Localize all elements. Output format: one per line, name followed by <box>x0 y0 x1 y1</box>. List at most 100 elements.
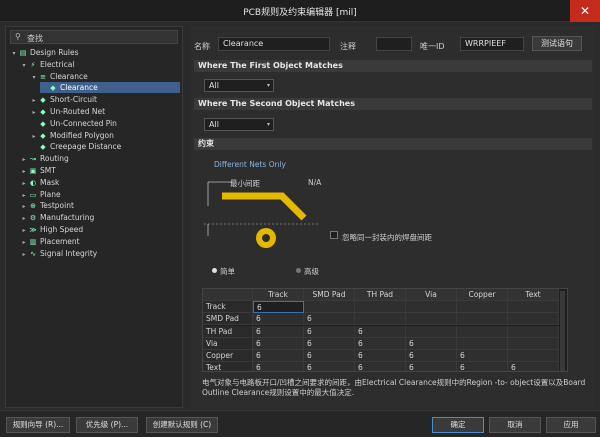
chevron-down-icon[interactable]: ▾ <box>10 48 18 59</box>
matrix-cell[interactable]: 6 <box>253 350 304 362</box>
matrix-cell[interactable] <box>508 350 559 362</box>
chevron-right-icon[interactable]: ▸ <box>20 178 28 189</box>
matrix-cell[interactable]: 6 <box>457 350 508 362</box>
tree-item[interactable]: ▸ ⚙ Manufacturing <box>20 212 180 223</box>
tree-item[interactable]: ▸ ◐ Mask <box>20 177 180 188</box>
rule-wizard-button[interactable]: 规则向导 (R)... <box>6 417 70 433</box>
matrix-cell[interactable]: 6 <box>304 325 355 338</box>
apply-button[interactable]: 应用 <box>546 417 596 433</box>
matrix-cell[interactable] <box>406 313 457 326</box>
close-button[interactable]: ✕ <box>570 0 600 22</box>
chevron-right-icon[interactable]: ▸ <box>30 131 38 142</box>
chevron-right-icon[interactable]: ▸ <box>30 107 38 118</box>
matrix-cell[interactable] <box>508 313 559 326</box>
matrix-cell[interactable]: 6 <box>406 362 457 371</box>
rule-icon: ◆ <box>40 119 46 128</box>
matrix-cell[interactable]: 6 <box>253 337 304 350</box>
matrix-cell[interactable]: 6 <box>406 337 457 350</box>
testpoint-icon: ⊕ <box>30 202 36 211</box>
ok-button[interactable]: 确定 <box>432 417 484 433</box>
simple-mode-radio[interactable] <box>212 268 217 273</box>
chevron-right-icon[interactable]: ▸ <box>20 249 28 260</box>
advanced-mode-radio[interactable] <box>296 268 301 273</box>
chevron-right-icon[interactable]: ▸ <box>20 225 28 236</box>
tree-item[interactable]: ▸ ▣ SMT <box>20 165 180 176</box>
matrix-cell[interactable] <box>304 301 355 314</box>
rule-icon: ◆ <box>40 131 46 140</box>
create-default-rules-button[interactable]: 创建默认规则 (C) <box>146 417 218 433</box>
priority-button[interactable]: 优先级 (P)... <box>76 417 138 433</box>
tree-item[interactable]: ▸ ∿ Signal Integrity <box>20 248 180 259</box>
tree-item[interactable]: ▸ ⊕ Testpoint <box>20 200 180 211</box>
tree-item-label: Short-Circuit <box>50 95 97 105</box>
search-input[interactable]: ⚲ 查找 <box>10 30 178 44</box>
search-placeholder: 查找 <box>27 34 43 43</box>
matrix-cell[interactable]: 6 <box>355 337 406 350</box>
tree-item[interactable]: ▸ ▥ Placement <box>20 236 180 247</box>
matrix-scrollbar[interactable] <box>560 291 565 371</box>
matrix-cell[interactable] <box>457 337 508 350</box>
tree-item-label: Plane <box>40 189 61 199</box>
chevron-right-icon[interactable]: ▸ <box>30 95 38 106</box>
tree-item-label: Creepage Distance <box>50 142 122 152</box>
unique-id-field[interactable]: WRRPIEEF <box>460 37 524 51</box>
tree-item[interactable]: ◆ Creepage Distance <box>30 141 180 152</box>
search-icon: ⚲ <box>15 32 21 41</box>
matrix-cell[interactable]: 6 <box>304 337 355 350</box>
tree-item[interactable]: ▾ ≡ Clearance <box>30 71 180 82</box>
comment-field[interactable] <box>376 37 412 51</box>
chevron-right-icon[interactable]: ▸ <box>20 154 28 165</box>
matrix-cell[interactable]: 6 <box>253 325 304 338</box>
tree-item[interactable]: ▾ ⚡ Electrical <box>20 59 180 70</box>
matrix-cell[interactable] <box>406 301 457 314</box>
clearance-diagram <box>204 181 320 248</box>
tree-item-label: Un-Connected Pin <box>50 118 117 128</box>
chevron-down-icon[interactable]: ▾ <box>30 72 38 83</box>
chevron-down-icon[interactable]: ▾ <box>20 60 28 71</box>
second-match-select[interactable]: All ▾ <box>204 118 274 131</box>
matrix-cell[interactable]: 6 <box>355 325 406 338</box>
matrix-cell[interactable]: 6 <box>406 350 457 362</box>
matrix-cell[interactable]: 6 <box>355 362 406 371</box>
matrix-cell[interactable]: 6 <box>355 350 406 362</box>
chevron-down-icon: ▾ <box>266 82 270 89</box>
chevron-right-icon[interactable]: ▸ <box>20 201 28 212</box>
matrix-cell[interactable] <box>508 325 559 338</box>
tree-item[interactable]: ▾ ▤ Design Rules <box>10 47 180 58</box>
matrix-cell[interactable]: 6 <box>304 362 355 371</box>
chevron-right-icon[interactable]: ▸ <box>20 190 28 201</box>
matrix-cell[interactable] <box>457 301 508 314</box>
matrix-cell[interactable] <box>508 337 559 350</box>
matrix-cell[interactable]: 6 <box>457 362 508 371</box>
chevron-right-icon[interactable]: ▸ <box>20 166 28 177</box>
matrix-cell[interactable]: 6 <box>304 350 355 362</box>
first-match-select[interactable]: All ▾ <box>204 79 274 92</box>
ignore-pad-checkbox[interactable] <box>330 231 338 239</box>
cancel-button[interactable]: 取消 <box>489 417 541 433</box>
tree-item[interactable]: ▸ ◆ Short-Circuit <box>30 94 180 105</box>
matrix-cell[interactable] <box>457 325 508 338</box>
chevron-right-icon[interactable]: ▸ <box>20 237 28 248</box>
chevron-right-icon[interactable]: ▸ <box>20 213 28 224</box>
matrix-cell[interactable] <box>406 325 457 338</box>
tree-item[interactable]: ◆ Clearance <box>40 82 180 94</box>
matrix-cell[interactable]: 6 <box>508 362 559 371</box>
matrix-cell[interactable]: 6 <box>253 362 304 371</box>
name-field[interactable]: Clearance <box>218 37 330 51</box>
matrix-cell[interactable]: 6 <box>253 313 304 326</box>
tree-item[interactable]: ▸ ◆ Modified Polygon <box>30 130 180 141</box>
matrix-cell[interactable] <box>355 313 406 326</box>
matrix-cell[interactable] <box>457 313 508 326</box>
matrix-cell[interactable]: 6 <box>304 313 355 326</box>
test-query-button[interactable]: 测试语句 <box>532 36 582 51</box>
matrix-row-header: Track <box>203 301 253 314</box>
tree-item[interactable]: ▸ ≫ High Speed <box>20 224 180 235</box>
tree-item[interactable]: ◆ Un-Connected Pin <box>30 118 180 129</box>
tree-item[interactable]: ▸ ▭ Plane <box>20 189 180 200</box>
tree-item[interactable]: ▸ ↝ Routing <box>20 153 180 164</box>
matrix-cell[interactable] <box>508 301 559 314</box>
matrix-cell[interactable]: 6 <box>253 301 304 314</box>
matrix-cell[interactable] <box>355 301 406 314</box>
tree-item[interactable]: ▸ ◆ Un-Routed Net <box>30 106 180 117</box>
signal-icon: ∿ <box>30 249 36 258</box>
